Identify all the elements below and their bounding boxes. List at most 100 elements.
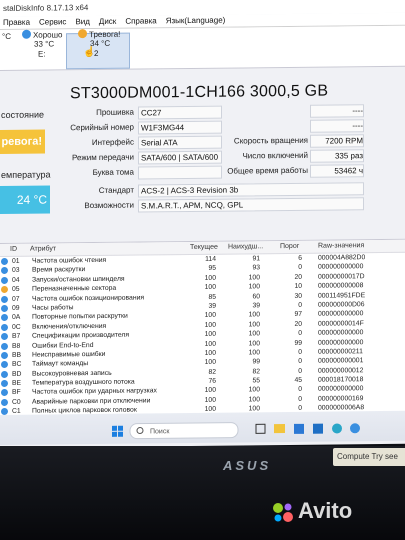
- temperature-label: емпература: [1, 169, 51, 180]
- smart-current: 100: [204, 283, 216, 292]
- smart-id: 05: [12, 285, 20, 294]
- smart-worst: 91: [252, 255, 260, 263]
- smart-current: 39: [208, 302, 216, 310]
- smart-id: B8: [12, 342, 21, 350]
- menu-disk[interactable]: Диск: [99, 16, 116, 28]
- smart-id: 03: [12, 267, 20, 275]
- col-attribute[interactable]: Атрибут: [30, 245, 56, 252]
- smart-worst: 100: [248, 396, 260, 404]
- status-good-icon: [22, 29, 31, 39]
- status-dot-icon: [1, 398, 8, 406]
- smart-threshold: 0: [298, 386, 302, 394]
- temperature-badge: 24 °C: [0, 185, 50, 214]
- smart-threshold: 0: [298, 348, 302, 356]
- interface-label: Интерфейс: [91, 137, 134, 148]
- disk1-status-button[interactable]: Хорошо: [22, 29, 62, 40]
- health-status-badge[interactable]: ревога!: [0, 129, 45, 154]
- start-icon[interactable]: [112, 425, 123, 437]
- volume-letter-value: [138, 165, 222, 180]
- col-worst[interactable]: Наихудш...: [228, 243, 263, 250]
- smart-id: 01: [12, 257, 20, 265]
- left-temp: °C: [2, 31, 11, 41]
- transfer-label: Режим передачи: [72, 152, 134, 163]
- explorer-icon[interactable]: [274, 424, 285, 434]
- status-caution-icon: [78, 29, 87, 39]
- menu-language[interactable]: Язык(Language): [166, 15, 226, 28]
- smart-current: 85: [208, 293, 216, 301]
- status-dot-icon: [1, 333, 8, 341]
- disk2-status-button[interactable]: Тревога!: [78, 29, 120, 39]
- smart-worst: 55: [252, 377, 260, 385]
- smart-id: 0C: [12, 323, 21, 331]
- smart-threshold: 45: [294, 376, 302, 384]
- transfer-value: SATA/600 | SATA/600: [138, 150, 222, 165]
- col-threshold[interactable]: Порог: [280, 243, 299, 250]
- smart-current: 100: [204, 349, 216, 357]
- status-dot-icon: [1, 389, 8, 397]
- power-hours-value: 53462 ч: [310, 164, 364, 178]
- edge-icon[interactable]: [332, 423, 342, 434]
- menu-service[interactable]: Сервис: [39, 16, 66, 28]
- smart-current: 100: [204, 330, 216, 338]
- search-box[interactable]: [129, 422, 239, 440]
- smart-id: BD: [12, 370, 22, 378]
- smart-id: BE: [12, 379, 22, 387]
- smart-raw: 000004A882D0: [318, 254, 366, 262]
- col-id[interactable]: ID: [10, 246, 17, 253]
- mouse-cursor-icon: ☝: [83, 47, 96, 59]
- crystaldiskinfo-icon[interactable]: [350, 423, 360, 434]
- firmware-value: CC27: [138, 105, 222, 120]
- col-current[interactable]: Текущее: [190, 244, 218, 251]
- menu-view[interactable]: Вид: [75, 16, 89, 28]
- smart-current: 100: [204, 359, 216, 367]
- asus-logo: ASUS: [223, 458, 272, 473]
- smart-current: 100: [204, 274, 216, 282]
- status-dot-icon: [1, 257, 8, 265]
- store-icon[interactable]: [294, 423, 304, 434]
- smart-raw: 000000000000: [318, 338, 364, 347]
- smart-worst: 93: [252, 264, 260, 272]
- smart-current: 100: [204, 387, 216, 395]
- menu-edit[interactable]: Правка: [3, 17, 30, 29]
- info-r1-value: ----: [310, 104, 364, 118]
- smart-id: B7: [12, 332, 21, 340]
- firmware-label: Прошивка: [96, 107, 134, 117]
- smart-raw: 000018170018: [318, 376, 364, 384]
- serial-value: W1F3MG44: [138, 120, 222, 135]
- task-view-icon[interactable]: [255, 423, 266, 434]
- smart-worst: 82: [252, 367, 260, 376]
- status-dot-icon: [1, 267, 8, 275]
- smart-id: 07: [12, 295, 20, 303]
- smart-id: 09: [12, 304, 20, 312]
- smart-rows: 01 Частота ошибок чтения 114 91 6 000004A882D…: [0, 253, 405, 426]
- volume-letter-label: Буква тома: [92, 167, 134, 178]
- standard-value: ACS-2 | ACS-3 Revision 3b: [138, 182, 364, 198]
- interface-value: Serial ATA: [138, 135, 222, 150]
- mail-icon[interactable]: [313, 423, 323, 434]
- smart-attribute-name: Время раскрутки: [32, 266, 86, 275]
- smart-raw: 000000000012: [318, 366, 364, 375]
- smart-current: 114: [205, 255, 216, 263]
- smart-id: BC: [12, 361, 22, 369]
- smart-raw: 000114951FDE: [318, 291, 366, 300]
- smart-worst: 100: [248, 349, 260, 357]
- smart-threshold: 0: [298, 395, 302, 403]
- status-dot-icon: [1, 351, 8, 359]
- features-value: S.M.A.R.T., APM, NCQ, GPL: [138, 197, 364, 213]
- smart-raw: 000000000000: [318, 385, 364, 394]
- search-placeholder: Поиск: [150, 428, 170, 435]
- smart-worst: 100: [248, 339, 260, 347]
- status-dot-icon: [1, 342, 8, 350]
- standard-label: Стандарт: [98, 185, 134, 195]
- smart-raw: 00000000014F: [318, 319, 364, 328]
- rpm-value: 7200 RPM: [310, 134, 364, 148]
- smart-threshold: 99: [294, 339, 302, 347]
- menu-help[interactable]: Справка: [125, 15, 156, 27]
- smart-current: 95: [208, 265, 216, 273]
- smart-current: 100: [204, 312, 216, 320]
- col-raw[interactable]: Raw-значения: [318, 242, 364, 249]
- bezel-sticker: Сompute Try see: [333, 448, 405, 466]
- features-label: Возможности: [84, 200, 134, 211]
- smart-raw: 000000000000: [318, 329, 364, 337]
- rpm-label: Скорость вращения: [233, 135, 308, 146]
